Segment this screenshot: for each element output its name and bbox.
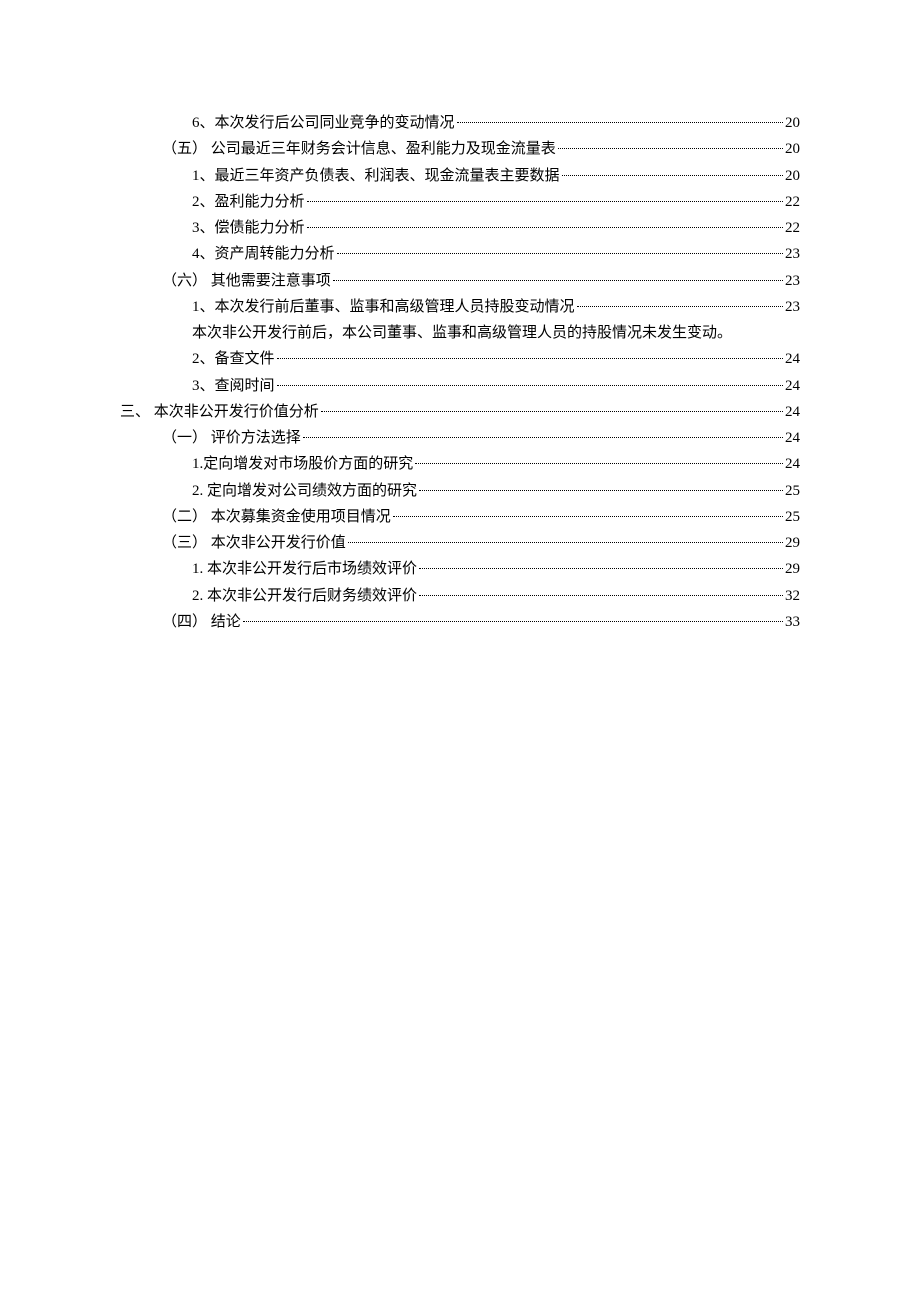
toc-entry-page: 32 [785,583,800,609]
toc-entry-page: 24 [785,346,800,372]
toc-entry-text: 2、备查文件 [192,346,275,372]
toc-entry-page: 29 [785,530,800,556]
toc-entry: 2、盈利能力分析 22 [120,189,800,215]
toc-entry-page: 22 [785,189,800,215]
toc-entry-text: （三） 本次非公开发行价值 [162,530,346,556]
toc-entry-text: 三、 本次非公开发行价值分析 [120,399,319,425]
toc-entry-page: 25 [785,478,800,504]
toc-entry: 4、资产周转能力分析 23 [120,241,800,267]
toc-leader-dots [419,595,783,596]
toc-entry-text: 3、偿债能力分析 [192,215,305,241]
toc-entry-text: 2、盈利能力分析 [192,189,305,215]
toc-entry-text: 6、本次发行后公司同业竞争的变动情况 [192,110,455,136]
toc-entry: 1. 本次非公开发行后市场绩效评价 29 [120,556,800,582]
toc-entry: 1、本次发行前后董事、监事和高级管理人员持股变动情况 23 [120,294,800,320]
toc-leader-dots [457,122,783,123]
toc-entry-page: 20 [785,163,800,189]
toc-entry-text: 2. 本次非公开发行后财务绩效评价 [192,583,417,609]
toc-entry-text: 1.定向增发对市场股价方面的研究 [192,451,413,477]
toc-entry: （二） 本次募集资金使用项目情况 25 [120,504,800,530]
toc-entry: 2. 定向增发对公司绩效方面的研究 25 [120,478,800,504]
toc-entry: （五） 公司最近三年财务会计信息、盈利能力及现金流量表 20 [120,136,800,162]
toc-leader-dots [277,358,783,359]
toc-entry: 1.定向增发对市场股价方面的研究 24 [120,451,800,477]
toc-entry-text: （五） 公司最近三年财务会计信息、盈利能力及现金流量表 [162,136,556,162]
toc-leader-dots [419,568,783,569]
toc-entry-text: （六） 其他需要注意事项 [162,268,331,294]
toc-entry: 3、偿债能力分析 22 [120,215,800,241]
toc-entry-page: 24 [785,451,800,477]
toc-entry-text: 1、最近三年资产负债表、利润表、现金流量表主要数据 [192,163,560,189]
toc-leader-dots [415,463,783,464]
toc-entry-text: 2. 定向增发对公司绩效方面的研究 [192,478,417,504]
toc-leader-dots [307,227,783,228]
toc-entry-text: （二） 本次募集资金使用项目情况 [162,504,391,530]
toc-entry-page: 24 [785,373,800,399]
table-of-contents: 6、本次发行后公司同业竞争的变动情况20（五） 公司最近三年财务会计信息、盈利能… [120,110,800,635]
document-page: 6、本次发行后公司同业竞争的变动情况20（五） 公司最近三年财务会计信息、盈利能… [0,0,920,635]
toc-entry-text: 本次非公开发行前后，本公司董事、监事和高级管理人员的持股情况未发生变动。 [192,320,800,346]
toc-entry-text: 1. 本次非公开发行后市场绩效评价 [192,556,417,582]
toc-entry: （六） 其他需要注意事项 23 [120,268,800,294]
toc-entry-text: 4、资产周转能力分析 [192,241,335,267]
toc-entry-text: （四） 结论 [162,609,241,635]
toc-entry-page: 24 [785,399,800,425]
toc-entry-text: 3、查阅时间 [192,373,275,399]
toc-leader-dots [277,385,783,386]
toc-leader-dots [577,306,783,307]
toc-leader-dots [419,490,783,491]
toc-leader-dots [333,280,783,281]
toc-entry: 2. 本次非公开发行后财务绩效评价 32 [120,583,800,609]
toc-entry-page: 23 [785,268,800,294]
toc-entry: 三、 本次非公开发行价值分析 24 [120,399,800,425]
toc-entry-page: 29 [785,556,800,582]
toc-leader-dots [321,411,783,412]
toc-entry: （三） 本次非公开发行价值 29 [120,530,800,556]
toc-leader-dots [558,148,783,149]
toc-leader-dots [562,175,783,176]
toc-leader-dots [393,516,783,517]
toc-leader-dots [348,542,783,543]
toc-entry-page: 22 [785,215,800,241]
toc-leader-dots [243,621,783,622]
toc-entry: （四） 结论 33 [120,609,800,635]
toc-entry-page: 20 [785,136,800,162]
toc-entry-page: 20 [785,110,800,136]
toc-entry-page: 23 [785,241,800,267]
toc-entry-page: 23 [785,294,800,320]
toc-entry-page: 24 [785,425,800,451]
toc-entry-text: 1、本次发行前后董事、监事和高级管理人员持股变动情况 [192,294,575,320]
toc-entry-text: （一） 评价方法选择 [162,425,301,451]
toc-leader-dots [307,201,783,202]
toc-entry: 1、最近三年资产负债表、利润表、现金流量表主要数据 20 [120,163,800,189]
toc-leader-dots [303,437,783,438]
toc-entry-page: 33 [785,609,800,635]
toc-entry: （一） 评价方法选择 24 [120,425,800,451]
toc-entry-page: 25 [785,504,800,530]
toc-leader-dots [337,253,783,254]
toc-entry: 本次非公开发行前后，本公司董事、监事和高级管理人员的持股情况未发生变动。 [120,320,800,346]
toc-entry: 2、备查文件 24 [120,346,800,372]
toc-entry: 3、查阅时间 24 [120,373,800,399]
toc-entry: 6、本次发行后公司同业竞争的变动情况 20 [120,110,800,136]
